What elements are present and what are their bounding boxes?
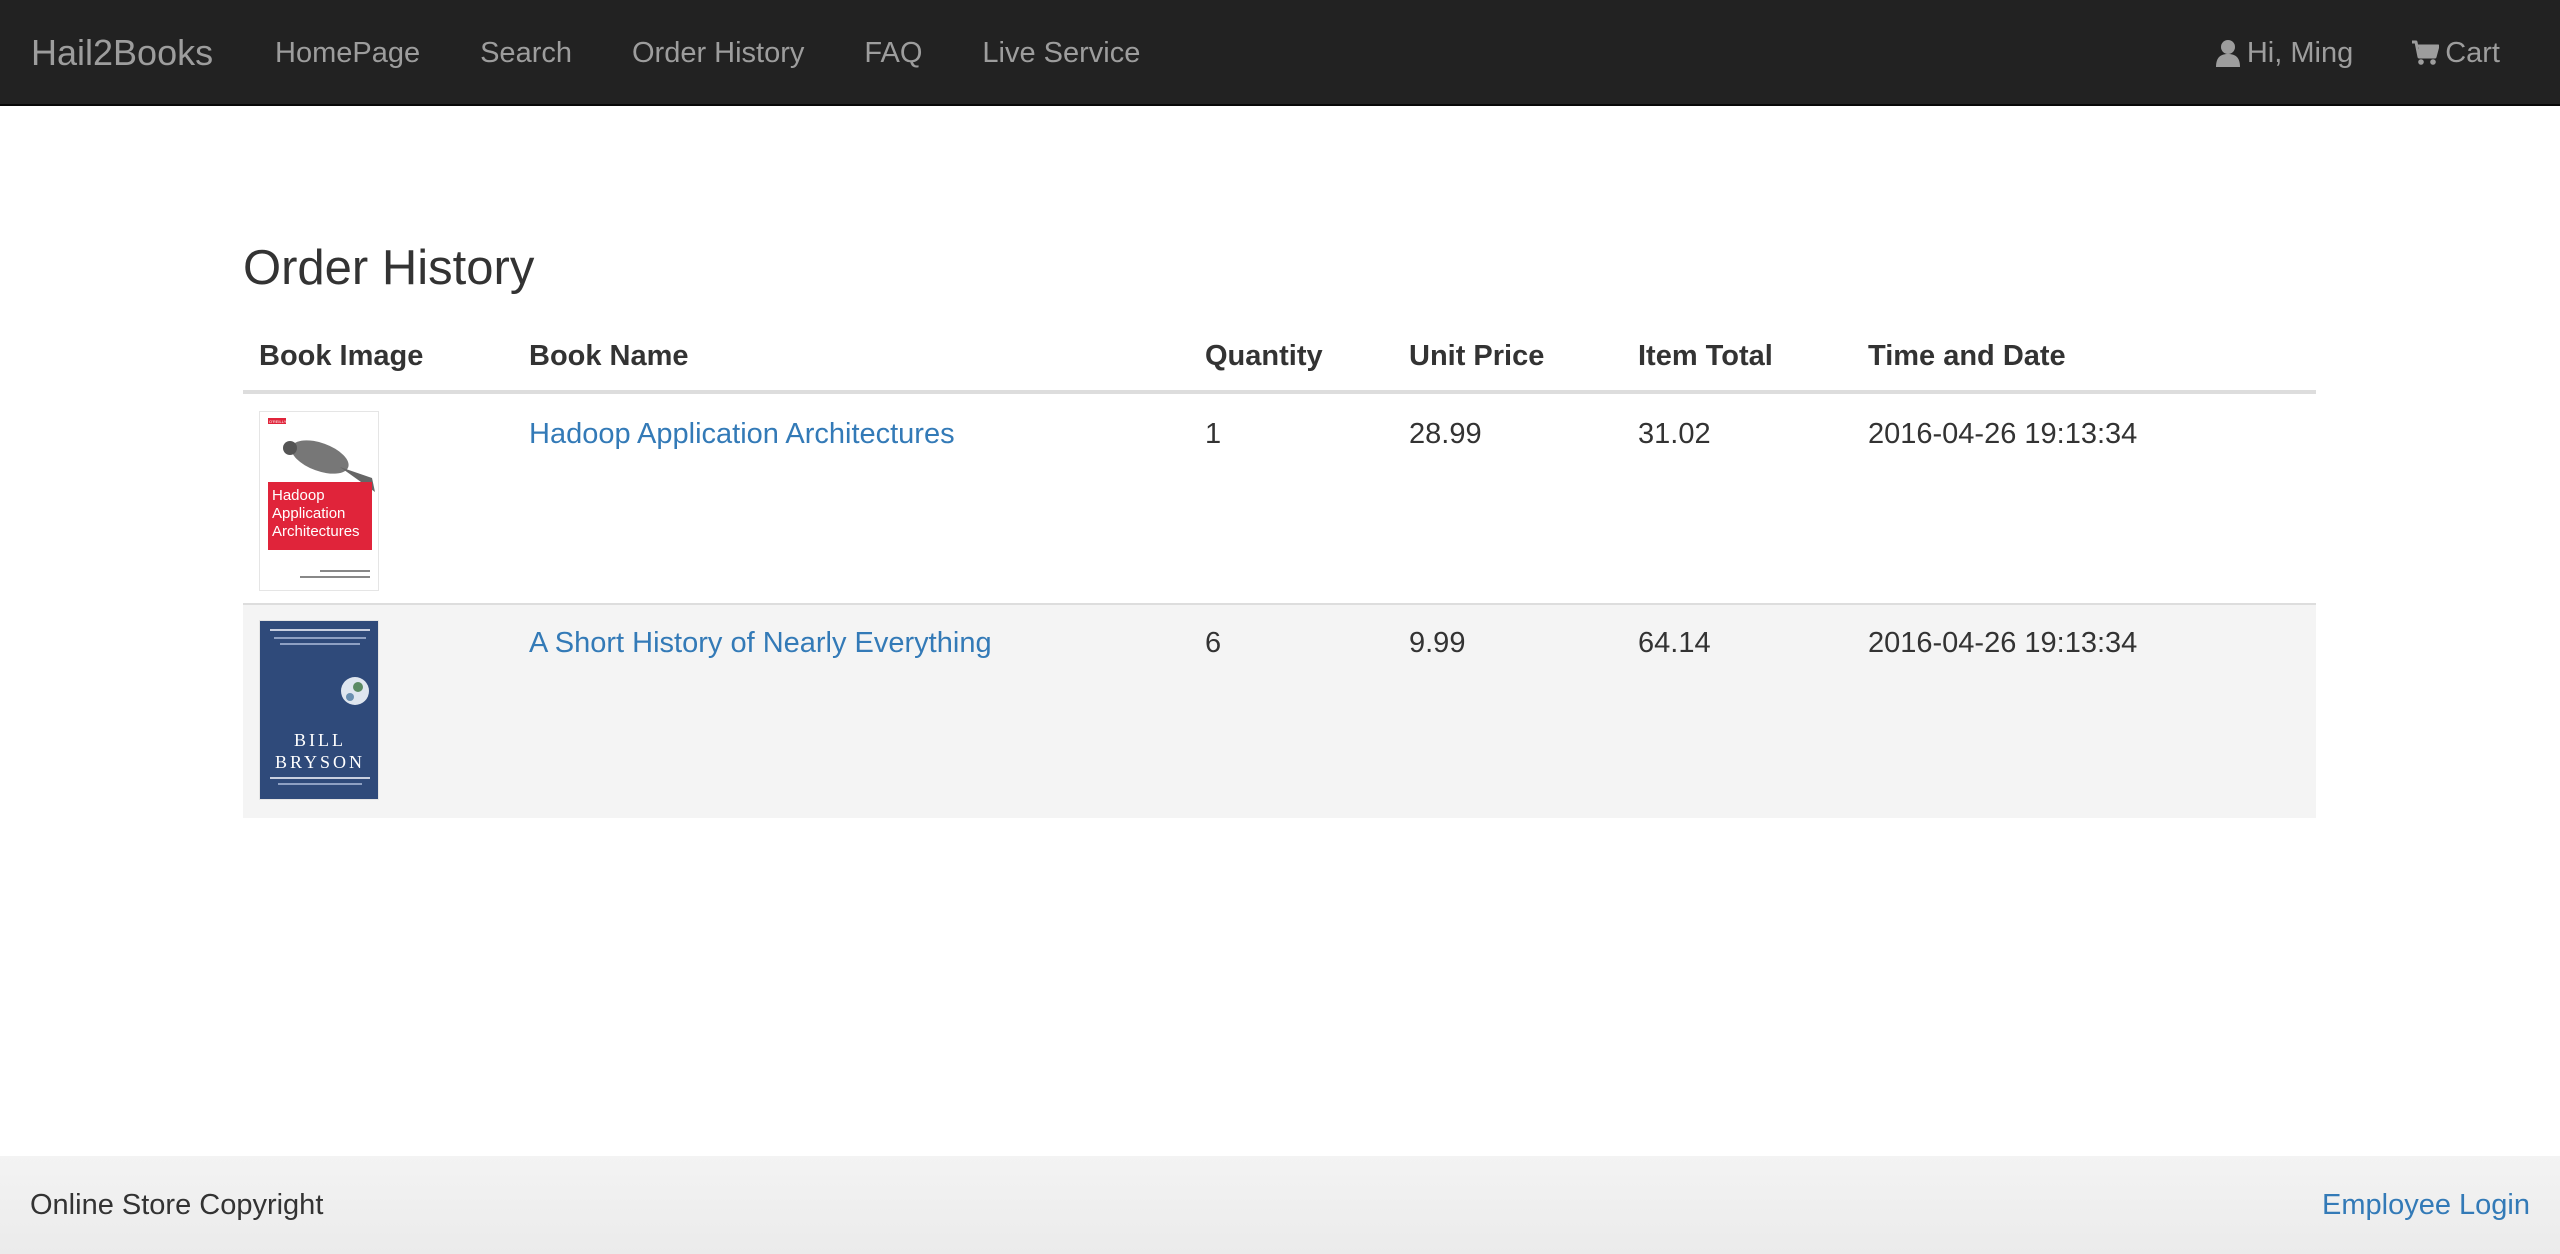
- datetime-cell: 2016-04-26 19:13:34: [1868, 418, 2138, 450]
- datetime-cell: 2016-04-26 19:13:34: [1852, 603, 2316, 818]
- cart-icon: [2411, 40, 2440, 66]
- nav-links: HomePage Search Order History FAQ Live S…: [275, 0, 1170, 106]
- table-header-row: Book Image Book Name Quantity Unit Price…: [243, 322, 2316, 394]
- cover-author-line-2: BRYSON: [275, 752, 365, 772]
- nav-item-live-service[interactable]: Live Service: [952, 0, 1170, 106]
- user-greeting: Hi, Ming: [2246, 37, 2354, 69]
- table-row: BILL BRYSON A Short History of Nearly Ev…: [243, 603, 2316, 818]
- item-total-cell: 64.14: [1622, 603, 1852, 818]
- nav-item-faq[interactable]: FAQ: [834, 0, 952, 106]
- footer: Online Store Copyright Employee Login: [0, 1156, 2560, 1254]
- user-icon: [2215, 39, 2241, 67]
- cart-label: Cart: [2445, 37, 2500, 69]
- cover-title-line-3: Architectures: [272, 523, 360, 540]
- employee-login-link[interactable]: Employee Login: [2322, 1156, 2530, 1254]
- copyright-text: Online Store Copyright: [30, 1189, 324, 1221]
- book-name-cell: A Short History of Nearly Everything: [513, 603, 1189, 818]
- cover-publisher-text: O'REILLY: [269, 419, 287, 424]
- book-name-cell: Hadoop Application Architectures: [513, 392, 1189, 604]
- book-cover-image[interactable]: O'REILLY Hadoop Application Architecture…: [259, 411, 379, 591]
- column-header-quantity: Quantity: [1189, 322, 1393, 394]
- column-header-unit-price: Unit Price: [1393, 322, 1622, 394]
- book-image-cell: O'REILLY Hadoop Application Architecture…: [243, 392, 513, 604]
- nav-item-order-history[interactable]: Order History: [602, 0, 834, 106]
- nav-item-homepage[interactable]: HomePage: [275, 0, 450, 106]
- page-title: Order History: [243, 241, 535, 295]
- cart-link[interactable]: Cart: [2353, 0, 2500, 106]
- cover-author-line-1: BILL: [294, 730, 346, 750]
- book-image-cell: BILL BRYSON: [243, 603, 513, 818]
- brand-logo[interactable]: Hail2Books: [31, 0, 213, 106]
- cover-title-line-1: Hadoop: [272, 487, 325, 504]
- unit-price-cell: 9.99: [1393, 603, 1622, 818]
- order-history-table: Book Image Book Name Quantity Unit Price…: [243, 322, 2316, 818]
- column-header-time-and-date: Time and Date: [1852, 322, 2316, 394]
- column-header-item-total: Item Total: [1622, 322, 1852, 394]
- column-header-book-image: Book Image: [243, 322, 513, 394]
- unit-price-cell: 28.99: [1409, 418, 1482, 450]
- book-name-link[interactable]: Hadoop Application Architectures: [529, 418, 955, 450]
- top-navbar: Hail2Books HomePage Search Order History…: [0, 0, 2560, 106]
- quantity-cell: 6: [1189, 603, 1393, 818]
- table-row: O'REILLY Hadoop Application Architecture…: [243, 392, 2316, 604]
- book-cover-image[interactable]: BILL BRYSON: [259, 620, 379, 800]
- cover-title-line-2: Application: [272, 505, 345, 522]
- user-menu[interactable]: Hi, Ming: [2157, 0, 2353, 106]
- book-name-link[interactable]: A Short History of Nearly Everything: [529, 627, 992, 659]
- nav-item-search[interactable]: Search: [450, 0, 602, 106]
- column-header-book-name: Book Name: [513, 322, 1189, 394]
- nav-right: Hi, Ming Cart: [2157, 0, 2500, 106]
- quantity-cell: 1: [1205, 418, 1222, 450]
- item-total-cell: 31.02: [1638, 418, 1711, 450]
